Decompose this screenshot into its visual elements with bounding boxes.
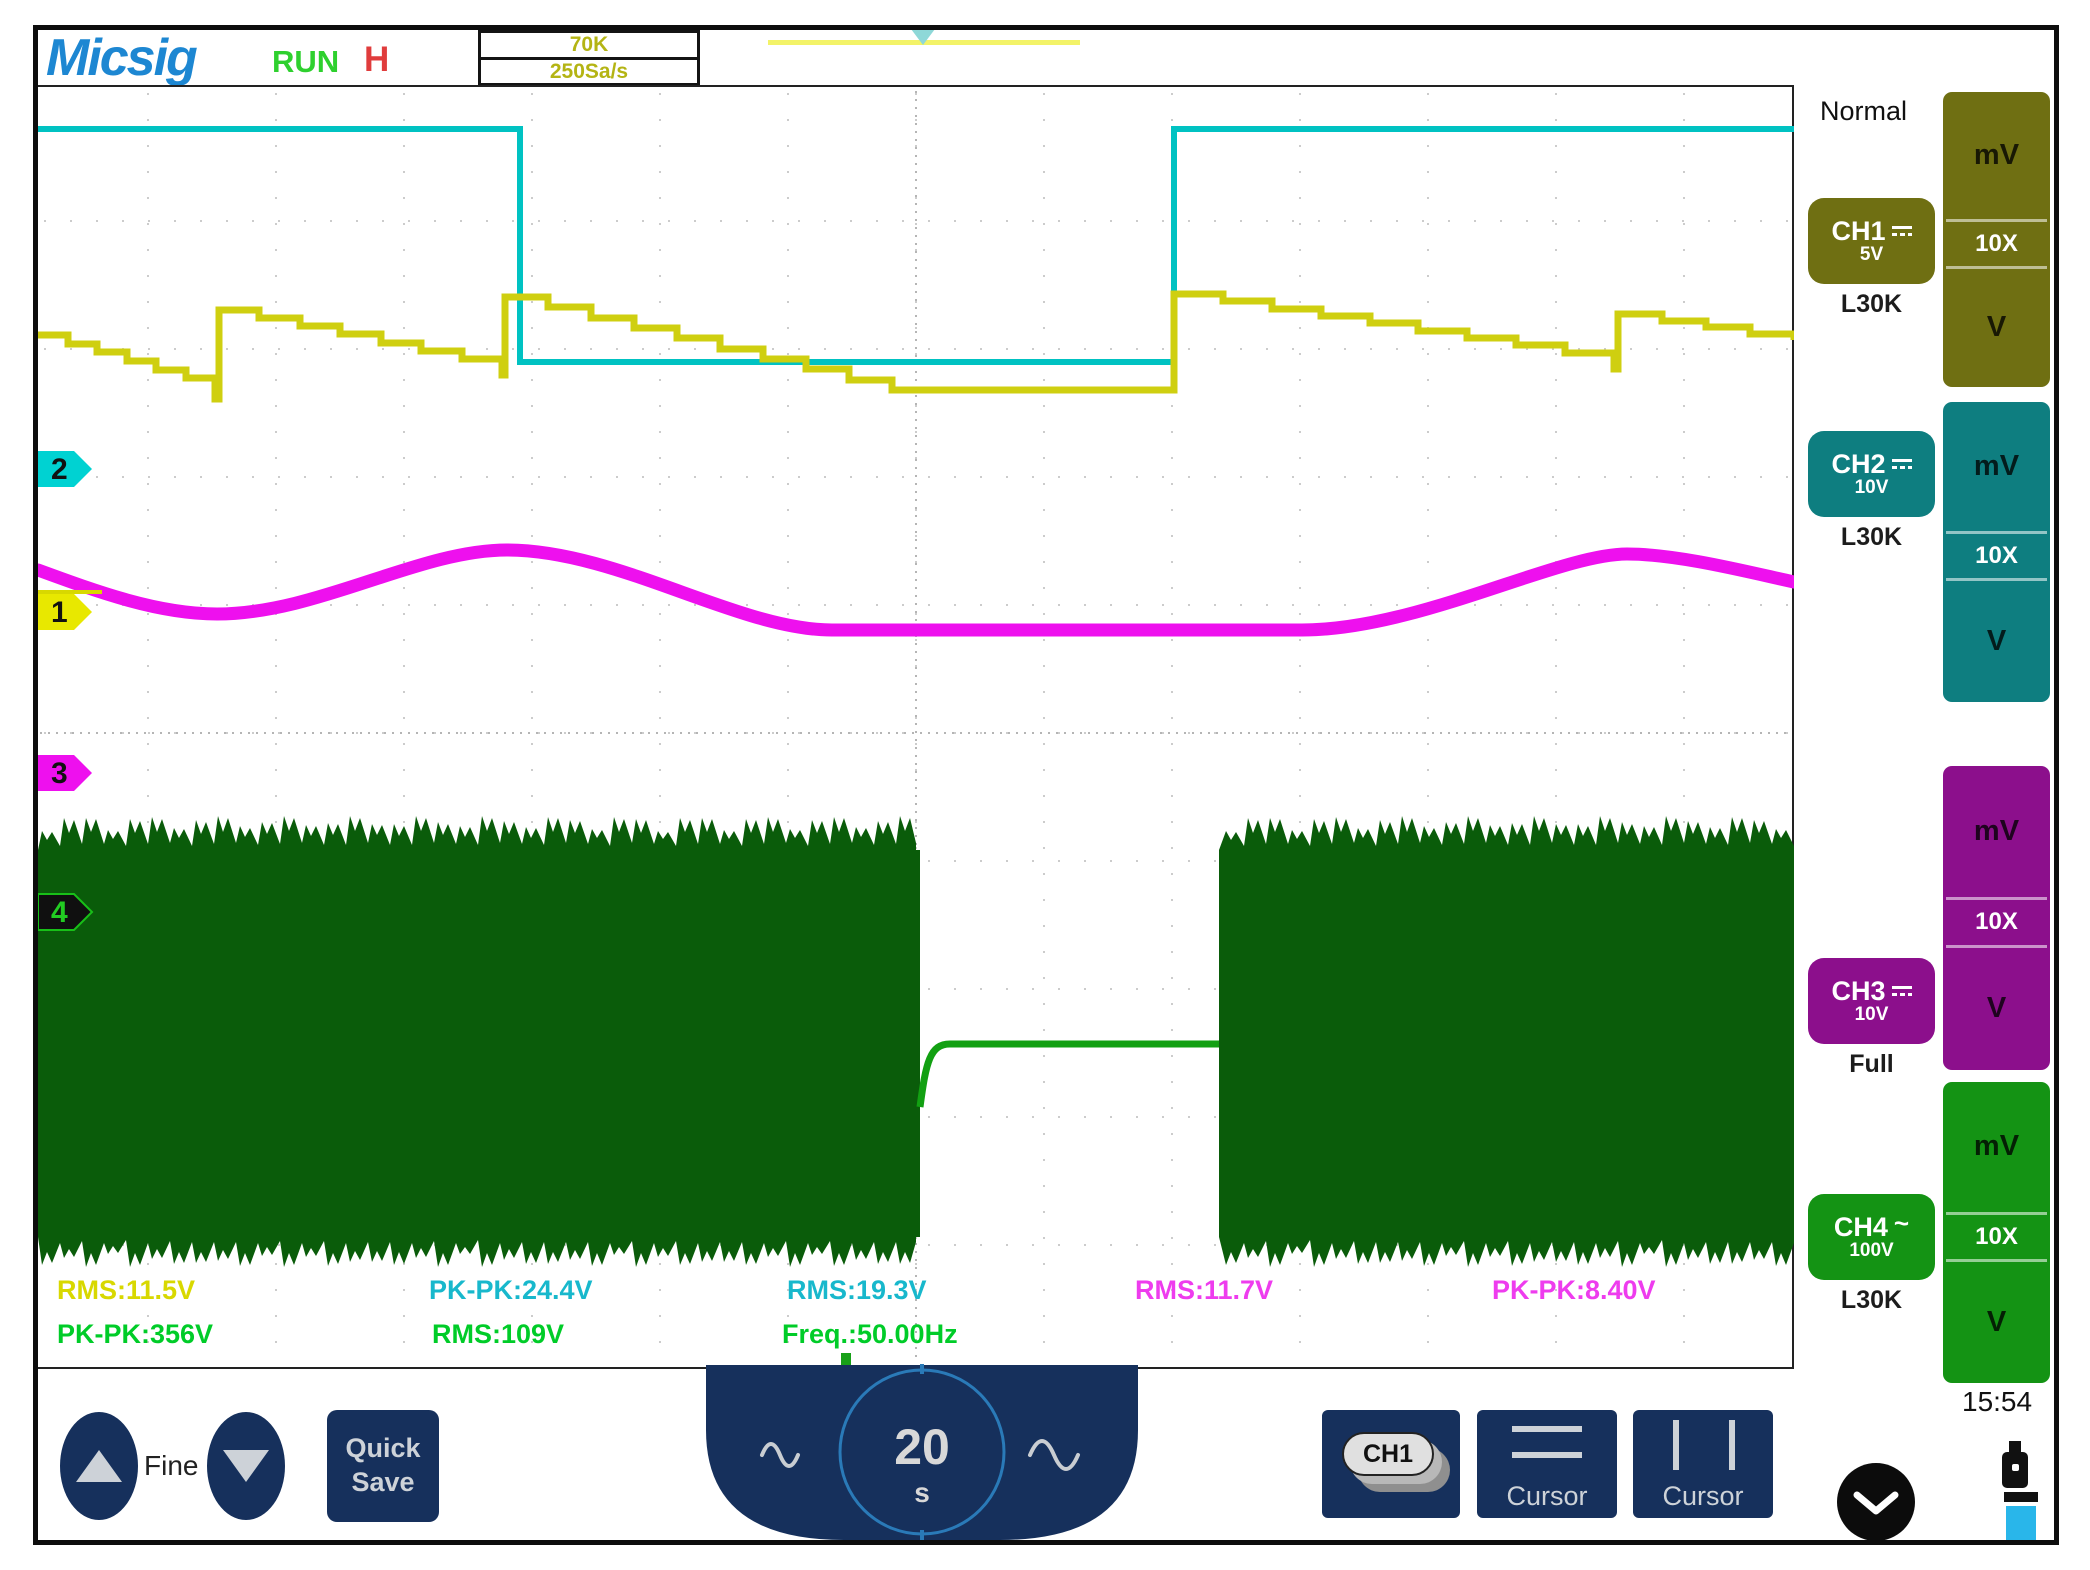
screen-frame xyxy=(33,25,2059,1545)
oscilloscope-screen: Micsig RUN H 70K 250Sa/s 2 1 xyxy=(0,0,2090,1570)
